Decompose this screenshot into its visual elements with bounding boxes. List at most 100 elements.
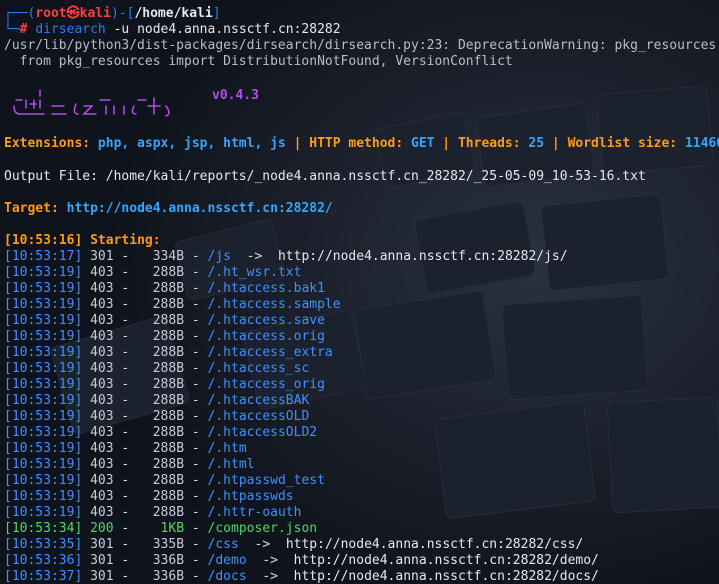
result-size: 288B [137,313,185,328]
wordlist-size-label: Wordlist size: [567,136,678,151]
result-time: [10:53:19] [4,489,83,504]
result-status-code: 403 [90,409,114,424]
result-row: [10:53:36] 301 - 336B - /demo -> http://… [4,553,599,568]
extensions-label: Extensions: [4,136,91,151]
result-time: [10:53:19] [4,377,83,392]
result-row: [10:53:19] 403 - 288B - /.htaccess_orig [4,377,325,392]
result-row: [10:53:35] 301 - 335B - /css -> http://n… [4,537,584,552]
command-args: -u node4.anna.nssctf.cn:28282 [105,22,341,37]
result-status-code: 301 [90,249,114,264]
result-status-code: 403 [90,297,114,312]
config-separator: | [544,136,568,151]
config-separator: | [434,136,458,151]
prompt-cwd: /home/kali [134,6,213,21]
result-row: [10:53:19] 403 - 288B - /.htaccess.save [4,313,325,328]
prompt-box-top: ┌──( [4,6,36,21]
result-size: 288B [137,265,185,280]
result-time: [10:53:19] [4,473,83,488]
command-line: └─# dirsearch -u node4.anna.nssctf.cn:28… [4,22,341,38]
terminal-window[interactable]: ┌──(root㉿kali)-[/home/kali] └─# dirsearc… [0,0,719,584]
result-row: [10:53:19] 403 - 288B - /.htaccess.orig [4,329,325,344]
result-row: [10:53:19] 403 - 288B - /.html [4,457,255,472]
starting-label: Starting: [82,233,161,248]
result-time: [10:53:34] [4,521,83,536]
result-status-code: 403 [90,441,114,456]
http-method-value: GET [411,136,435,151]
result-row: [10:53:37] 301 - 336B - /docs -> http://… [4,569,599,584]
target-label: Target: [4,201,59,216]
result-row: [10:53:17] 301 - 334B - /js -> http://no… [4,249,568,264]
result-time: [10:53:36] [4,553,83,568]
result-row: [10:53:19] 403 - 288B - /.htaccessBAK [4,393,310,408]
command-name: dirsearch [35,22,106,37]
threads-value: 25 [528,136,545,151]
result-status-code: 403 [90,281,114,296]
prompt-at-symbol: ㉿ [66,6,80,21]
result-row: [10:53:19] 403 - 288B - /.htaccessOLD2 [4,425,318,440]
result-path: /.htaccessOLD [207,409,310,424]
result-time: [10:53:19] [4,281,83,296]
result-time: [10:53:19] [4,425,83,440]
result-size: 288B [137,425,185,440]
result-path: /demo [207,553,247,568]
result-status-code: 403 [90,505,114,520]
result-status-code: 403 [90,489,114,504]
result-row: [10:53:19] 403 - 288B - /.htaccessOLD [4,409,310,424]
result-size: 288B [137,457,185,472]
result-path: /.html [207,457,255,472]
result-row: [10:53:19] 403 - 288B - /.ht_wsr.txt [4,265,302,280]
result-time: [10:53:17] [4,249,83,264]
output-file-label: Output File: [4,169,98,184]
result-path: /.htaccess_sc [207,361,310,376]
result-status-code: 301 [90,569,114,584]
result-row: [10:53:19] 403 - 288B - /.htaccess.sampl… [4,297,341,312]
result-status-code: 403 [90,393,114,408]
result-size: 288B [137,281,185,296]
result-time: [10:53:19] [4,393,83,408]
result-time: [10:53:19] [4,361,83,376]
dirsearch-version: v0.4.3 [212,88,259,103]
result-path: /js [207,249,232,264]
result-row: [10:53:19] 403 - 288B - /.htm [4,441,247,456]
result-size: 288B [137,473,185,488]
result-size: 288B [137,377,185,392]
prompt-separator: )-[ [110,6,135,21]
prompt-header: ┌──(root㉿kali)-[/home/kali] [4,6,221,22]
scan-config: Extensions: php, aspx, jsp, html, js | H… [4,136,719,152]
target-url: http://node4.anna.nssctf.cn:28282/ [58,201,333,216]
config-separator: | [285,136,310,151]
result-time: [10:53:19] [4,313,83,328]
result-row: [10:53:34] 200 - 1KB - /composer.json [4,521,318,536]
result-path: /.htaccess_orig [207,377,325,392]
prompt-box-bottom: └─ [4,22,20,37]
result-time: [10:53:19] [4,329,83,344]
result-path: /.htpasswd_test [207,473,325,488]
result-size: 335B [137,537,185,552]
result-path: /.htaccess.bak1 [207,281,325,296]
result-size: 336B [137,553,185,568]
starting-line: [10:53:16] Starting: [4,233,161,249]
result-redirect-url: http://node4.anna.nssctf.cn:28282/js/ [277,249,568,264]
result-path: /.httr-oauth [207,505,302,520]
result-path: /.htm [207,441,247,456]
result-status-code: 403 [90,457,114,472]
result-status-code: 403 [90,425,114,440]
result-path: /.ht_wsr.txt [207,265,302,280]
result-size: 288B [137,393,185,408]
deprecation-warning: /usr/lib/python3/dist-packages/dirsearch… [4,38,717,53]
result-size: 336B [137,569,185,584]
prompt-user: root [35,6,67,21]
result-time: [10:53:19] [4,457,83,472]
result-status-code: 403 [90,329,114,344]
result-redirect-url: http://node4.anna.nssctf.cn:28282/css/ [285,537,584,552]
result-status-code: 403 [90,377,114,392]
result-status-code: 403 [90,345,114,360]
prompt-host: kali [79,6,111,21]
extensions-value: php, aspx, jsp, html, js [97,136,286,151]
result-size: 288B [137,297,185,312]
result-path: /.htaccess.orig [207,329,325,344]
result-path: /.htaccess.sample [207,297,341,312]
result-status-code: 301 [90,537,114,552]
result-status-code: 403 [90,265,114,280]
wordlist-size-value: 11460 [684,136,719,151]
